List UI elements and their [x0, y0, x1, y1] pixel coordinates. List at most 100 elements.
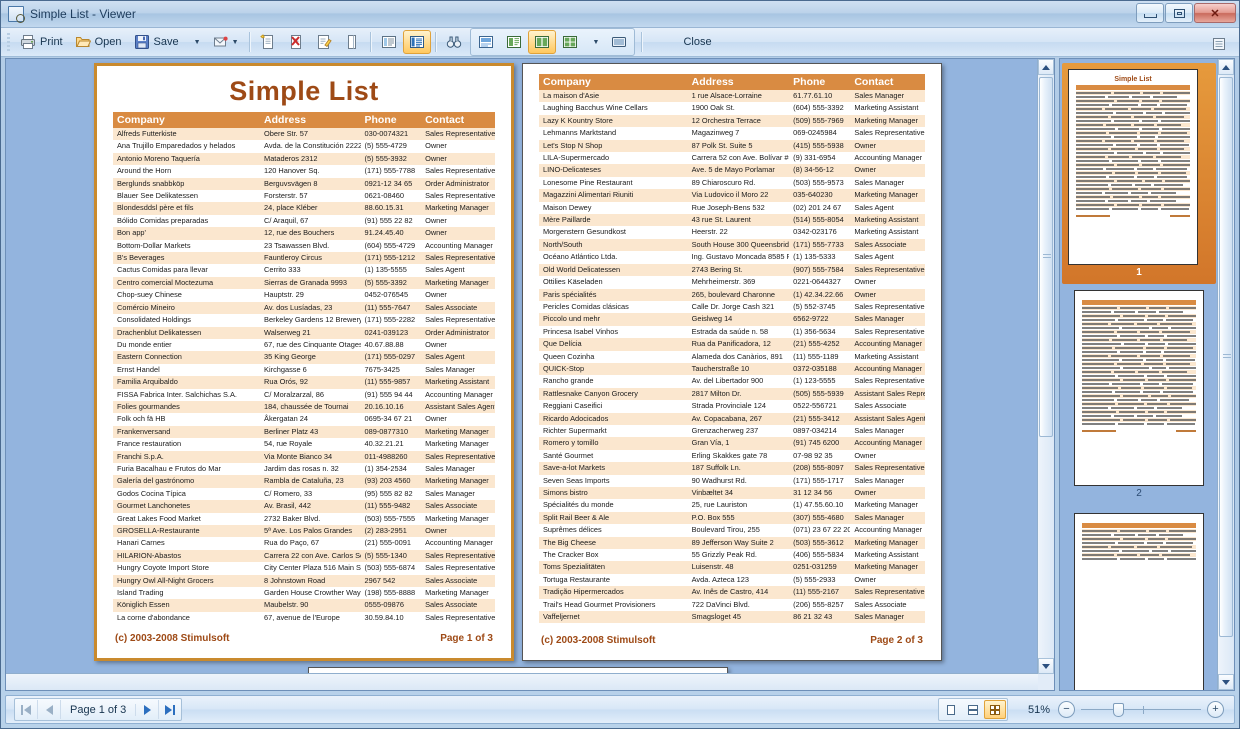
- thumb-scroll-down-button[interactable]: [1218, 674, 1234, 690]
- table-cell-phone: (11) 555-9482: [360, 500, 422, 513]
- table-cell-company: Rattlesnake Canyon Grocery: [539, 387, 688, 401]
- table-cell-address: Magazinweg 7: [687, 127, 790, 140]
- thumbnail-vertical-scrollbar[interactable]: [1217, 59, 1234, 690]
- zoom-slider[interactable]: [1081, 702, 1201, 717]
- scroll-up-button[interactable]: [1038, 59, 1054, 75]
- thumb-scroll-up-button[interactable]: [1218, 59, 1234, 75]
- send-email-button[interactable]: ▼: [207, 30, 245, 54]
- edit-page-button[interactable]: [310, 30, 338, 54]
- document-preview[interactable]: Simple List Company Address Phone Contac…: [5, 58, 1055, 691]
- two-page-view-button[interactable]: [527, 30, 556, 54]
- zoom-out-button[interactable]: −: [1058, 701, 1075, 718]
- print-button[interactable]: Print: [14, 30, 69, 54]
- toolbar-grip[interactable]: [7, 33, 10, 51]
- table-cell-contact: Sales Manager: [850, 176, 925, 190]
- thumbnail-list[interactable]: Simple List 1 2 3: [1060, 59, 1218, 690]
- table-cell-contact: Accounting Manager: [421, 388, 495, 401]
- previous-page-button[interactable]: [38, 700, 61, 719]
- table-row: Reggiani Caseifici Strada Provinciale 124…: [539, 400, 925, 413]
- toolbar-options-button[interactable]: [1205, 32, 1233, 56]
- caret-up-icon: [1042, 64, 1050, 70]
- preview-horizontal-scrollbar[interactable]: [6, 673, 1038, 690]
- table-cell-contact: Sales Associate: [421, 599, 495, 612]
- thumbnail-page-1[interactable]: Simple List 1: [1062, 63, 1216, 284]
- table-cell-company: Godos Cocina Típica: [113, 487, 261, 501]
- work-area: Simple List Company Address Phone Contac…: [5, 58, 1235, 691]
- table-cell-contact: Sales Manager: [421, 462, 495, 476]
- close-document-button[interactable]: Close: [672, 30, 722, 54]
- close-window-button[interactable]: ✕: [1194, 3, 1236, 23]
- table-cell-phone: (1) 47.55.60.10: [789, 499, 851, 512]
- new-page-button[interactable]: [254, 30, 282, 54]
- first-page-button[interactable]: [15, 700, 38, 719]
- table-cell-phone: (171) 555-1717: [789, 474, 851, 487]
- table-cell-address: Rue Joseph-Bens 532: [687, 201, 790, 215]
- table-cell-company: Vaffeljernet: [539, 611, 688, 624]
- copyright-text: (c) 2003-2008 Stimulsoft: [115, 633, 230, 644]
- single-page-view-button[interactable]: [375, 30, 403, 54]
- table-cell-address: Geislweg 14: [687, 313, 790, 326]
- multi-page-view-button[interactable]: [402, 30, 431, 54]
- preview-vertical-scrollbar[interactable]: [1037, 59, 1054, 674]
- grid-layout-button[interactable]: [984, 700, 1006, 719]
- document-page-2[interactable]: Company Address Phone Contact La maison …: [522, 63, 942, 661]
- table-cell-contact: Accounting Manager: [850, 152, 925, 165]
- page-setup-button[interactable]: [338, 30, 366, 54]
- table-cell-address: City Center Plaza 516 Main St.: [260, 562, 361, 575]
- table-row: Let's Stop N Shop 87 Polk St. Suite 5 (415…: [539, 139, 925, 153]
- thumbnail-page-3[interactable]: 3: [1074, 513, 1204, 690]
- maximize-button[interactable]: [1165, 3, 1193, 23]
- layout-dropdown-button[interactable]: ▼: [584, 30, 606, 54]
- table-cell-contact: Owner: [850, 449, 925, 463]
- table-cell-address: Av. dos Lusíadas, 23: [260, 301, 361, 315]
- thumbnail-toggle-button[interactable]: [605, 30, 633, 54]
- table-row: FISSA Fabrica Inter. Salchichas S.A. C/ M…: [113, 388, 495, 401]
- table-cell-company: Let's Stop N Shop: [539, 139, 688, 153]
- delete-page-button[interactable]: [282, 30, 310, 54]
- table-cell-company: Maison Dewey: [539, 201, 688, 215]
- last-page-button[interactable]: [159, 700, 181, 719]
- table-cell-phone: (1) 123-5555: [789, 375, 851, 388]
- table-cell-contact: Sales Manager: [850, 424, 925, 438]
- scroll-down-button[interactable]: [1038, 658, 1054, 674]
- scroll-thumb-grip: [1223, 354, 1231, 360]
- two-page-layout-button[interactable]: [962, 700, 984, 719]
- vertical-scroll-thumb[interactable]: [1039, 77, 1053, 437]
- thumbnail-preview: [1074, 290, 1204, 486]
- multipage-grid-view-button[interactable]: [556, 30, 584, 54]
- save-button[interactable]: Save: [128, 30, 185, 54]
- table-cell-phone: 0921-12 34 65: [360, 177, 422, 191]
- zoom-in-button[interactable]: +: [1207, 701, 1224, 718]
- table-cell-company: Consolidated Holdings: [113, 314, 261, 327]
- table-cell-company: QUICK-Stop: [539, 362, 688, 376]
- table-cell-company: Centro comercial Moctezuma: [113, 276, 261, 290]
- zoom-slider-handle[interactable]: [1113, 703, 1124, 717]
- table-row: Ricardo Adocicados Av. Copacabana, 267 (21…: [539, 412, 925, 425]
- table-cell-contact: Owner: [421, 289, 495, 302]
- table-cell-address: Estrada da saúde n. 58: [687, 325, 790, 339]
- next-page-button[interactable]: [136, 700, 160, 719]
- minimize-button[interactable]: [1136, 3, 1164, 23]
- column-header-contact: Contact: [850, 74, 925, 90]
- table-cell-company: Blauer See Delikatessen: [113, 190, 261, 203]
- find-button[interactable]: [440, 30, 468, 54]
- save-dropdown-button[interactable]: ▼: [185, 30, 207, 54]
- table-cell-company: Antonio Moreno Taquería: [113, 152, 261, 166]
- column-header-phone: Phone: [789, 74, 851, 90]
- table-cell-address: Boulevard Tirou, 255: [687, 524, 790, 537]
- table-cell-company: The Big Cheese: [539, 536, 688, 550]
- new-page-icon: [259, 34, 273, 49]
- open-button[interactable]: Open: [69, 30, 128, 54]
- layout-mode-group: ▼: [469, 28, 636, 56]
- continuous-view-button[interactable]: [500, 30, 528, 54]
- document-page-1[interactable]: Simple List Company Address Phone Contac…: [94, 63, 514, 661]
- page-view-button[interactable]: [472, 30, 500, 54]
- last-page-icon: [165, 704, 173, 715]
- table-cell-company: Bon app': [113, 227, 261, 240]
- table-cell-phone: (071) 23 67 22 20: [789, 524, 851, 537]
- single-page-layout-button[interactable]: [940, 700, 962, 719]
- table-row: Du monde entier 67, rue des Cinquante Ota…: [113, 338, 495, 352]
- thumbnail-page-2[interactable]: 2: [1074, 290, 1204, 499]
- table-cell-contact: Marketing Manager: [421, 475, 495, 488]
- thumbnail-scroll-thumb[interactable]: [1219, 77, 1233, 637]
